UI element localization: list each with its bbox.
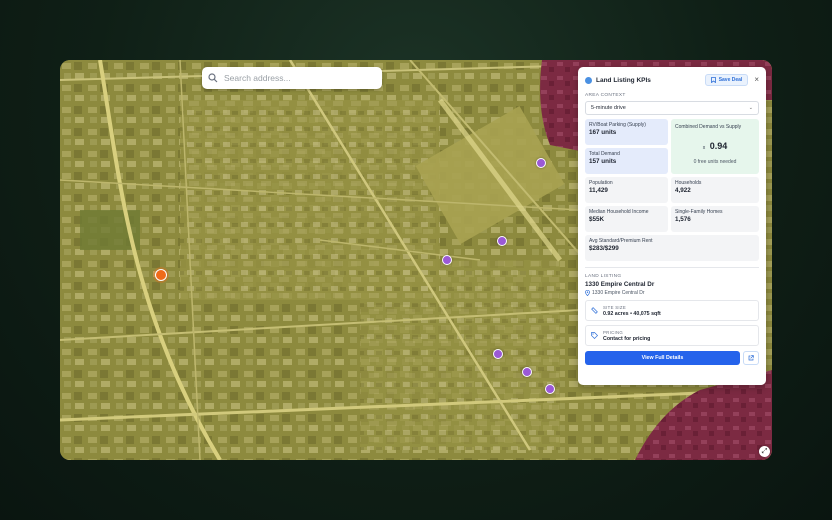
bookmark-icon: [710, 77, 716, 83]
save-deal-label: Save Deal: [718, 77, 743, 83]
search-icon: [208, 73, 218, 83]
listing-address: 1330 Empire Central Dr: [585, 290, 759, 296]
kpi-label: RV/Boat Parking (Supply): [589, 122, 646, 128]
kpi-label: Population: [589, 180, 613, 186]
panel-header: Land Listing KPIs Save Deal ×: [585, 73, 759, 87]
divider: [585, 267, 759, 268]
kpi-label: Total Demand: [589, 151, 620, 157]
panel-status-dot: [585, 76, 592, 84]
external-link-icon: [748, 355, 754, 361]
pricing-label: PRICING: [603, 329, 624, 335]
kpi-single-family: Single-Family Homes 1,576: [671, 206, 759, 232]
kpi-panel: Land Listing KPIs Save Deal × AREA CONTE…: [578, 67, 766, 385]
kpi-value: 167 units: [589, 129, 617, 136]
address-search[interactable]: [202, 67, 382, 89]
search-input[interactable]: [222, 72, 376, 84]
panel-actions: View Full Details: [585, 351, 759, 365]
view-full-details-button[interactable]: View Full Details: [585, 351, 740, 365]
kpi-label: Households: [675, 180, 702, 186]
listing-marker[interactable]: [545, 384, 555, 394]
kpi-label: Combined Demand vs Supply: [675, 124, 742, 130]
kpi-value: 11,429: [589, 187, 608, 194]
land-listing-label: LAND LISTING: [585, 274, 622, 279]
kpi-value: 4,922: [675, 187, 691, 194]
kpi-income: Median Household Income $55K: [585, 206, 668, 232]
selected-listing-marker[interactable]: [155, 269, 167, 281]
pricing-value: Contact for pricing: [603, 335, 651, 342]
listing-address-text: 1330 Empire Central Dr: [592, 290, 645, 296]
drive-time-select[interactable]: 5-minute drive ⌄: [585, 101, 759, 115]
listing-title: 1330 Empire Central Dr: [585, 281, 655, 288]
kpi-rent: Avg Standard/Premium Rent $283/$299: [585, 235, 759, 261]
kpi-label: Median Household Income: [589, 209, 649, 215]
kpi-value: $55K: [589, 216, 605, 223]
location-pin-icon: [585, 290, 590, 296]
kpi-label: Avg Standard/Premium Rent: [589, 238, 653, 244]
panel-title: Land Listing KPIs: [596, 76, 651, 84]
kpi-demand-vs-supply: Combined Demand vs Supply x 0.94 0 free …: [671, 119, 759, 174]
kpi-households: Households 4,922: [671, 177, 759, 203]
listing-marker[interactable]: [493, 349, 503, 359]
tag-icon: [591, 332, 598, 339]
area-context-label: AREA CONTEXT: [585, 93, 626, 98]
listing-marker[interactable]: [536, 158, 546, 168]
kpi-value: 1,576: [675, 216, 691, 223]
pricing-row: PRICING Contact for pricing: [585, 325, 759, 346]
save-deal-button[interactable]: Save Deal: [704, 74, 749, 86]
ratio-note: 0 free units needed: [693, 159, 737, 165]
site-size-row: SITE SIZE 0.92 acres • 40,075 sqft: [585, 300, 759, 321]
kpi-value: $283/$299: [589, 245, 619, 252]
listing-marker[interactable]: [497, 236, 507, 246]
listing-marker[interactable]: [522, 367, 532, 377]
kpi-population: Population 11,429: [585, 177, 668, 203]
kpi-rv-parking: RV/Boat Parking (Supply) 167 units: [585, 119, 668, 145]
site-size-value: 0.92 acres • 40,075 sqft: [603, 310, 661, 317]
kpi-total-demand: Total Demand 157 units: [585, 148, 668, 174]
kpi-label: Single-Family Homes: [675, 209, 723, 215]
open-external-button[interactable]: [743, 351, 759, 365]
ruler-icon: [591, 307, 598, 314]
close-icon[interactable]: ×: [754, 76, 759, 84]
chevron-down-icon: ⌄: [748, 105, 753, 111]
ratio-prefix: x: [702, 145, 706, 151]
kpi-value: 157 units: [589, 158, 617, 165]
kpi-grid: RV/Boat Parking (Supply) 167 units Total…: [585, 119, 759, 232]
ratio-value: 0.94: [709, 141, 728, 151]
listing-marker[interactable]: [442, 255, 452, 265]
expand-icon[interactable]: ⤢: [759, 446, 770, 457]
drive-time-value: 5-minute drive: [591, 105, 626, 111]
site-size-label: SITE SIZE: [603, 304, 626, 310]
